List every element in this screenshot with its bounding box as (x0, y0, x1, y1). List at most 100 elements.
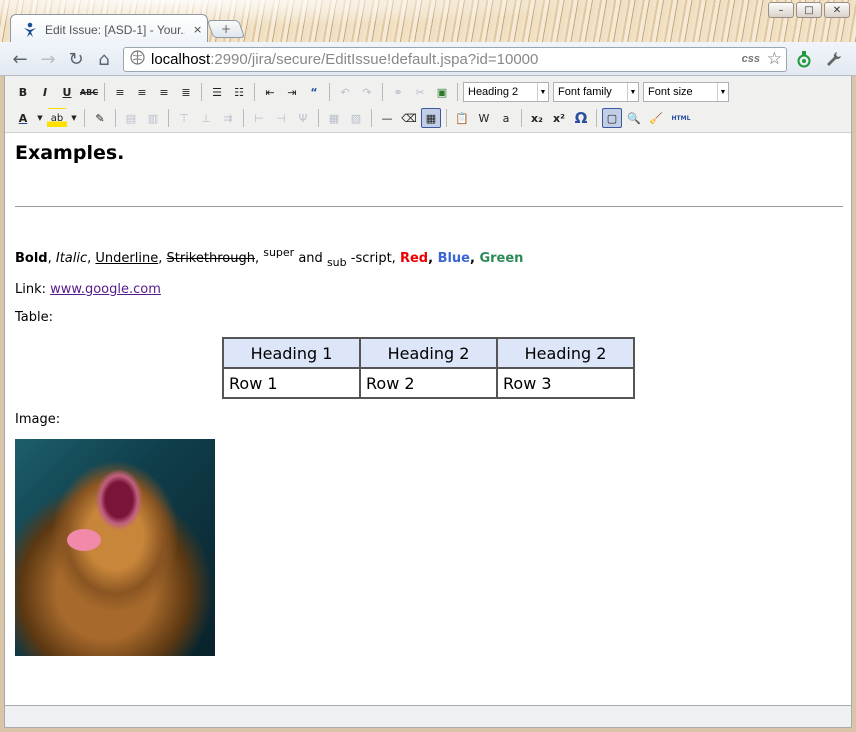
align-right-icon[interactable]: ≡ (154, 82, 174, 102)
delete-row-icon[interactable]: ⇉ (218, 108, 238, 128)
visual-aid-icon[interactable]: ▢ (602, 108, 622, 128)
toolbar-row-2: A ▼ ab ▼ ✎ ▤ ▥ ⊤ ⊥ ⇉ ⊢ ⊣ Ψ ▦ ▧ — ⌫ ▦ 📋 W… (13, 106, 694, 130)
green-text: Green (479, 251, 524, 266)
lion-tongue-shape (67, 529, 101, 551)
editor-toolbar: B I U ABC ≡ ≡ ≡ ≣ ☰ ☷ ⇤ ⇥ “ ↶ ↷ ⚭ ✂ ▣ He… (5, 76, 851, 133)
minimize-button[interactable]: – (768, 2, 794, 18)
heading-select[interactable]: Heading 2 ▼ (463, 82, 549, 102)
bullet-list-icon[interactable]: ☰ (207, 82, 227, 102)
toolbar-separator (371, 109, 372, 127)
font-family-select[interactable]: Font family ▼ (553, 82, 639, 102)
split-cells-icon[interactable]: ▦ (324, 108, 344, 128)
forward-button[interactable]: → (37, 48, 59, 70)
edit-icon[interactable]: ✎ (90, 108, 110, 128)
toolbar-separator (168, 109, 169, 127)
tab-title: Edit Issue: [ASD-1] - Your... (45, 22, 185, 37)
font-color-button[interactable]: A (13, 108, 33, 128)
reload-button[interactable]: ↻ (65, 48, 87, 70)
preview-icon[interactable]: 🔍 (624, 108, 644, 128)
toolbar-separator (84, 109, 85, 127)
table-cell[interactable]: Row 1 (222, 367, 361, 399)
link-icon[interactable]: ⚭ (388, 82, 408, 102)
italic-button[interactable]: I (35, 82, 55, 102)
insert-col-before-icon[interactable]: ⊢ (249, 108, 269, 128)
image-label: Image: (15, 412, 61, 427)
home-button[interactable]: ⌂ (93, 48, 115, 70)
bookmark-star-icon[interactable]: ☆ (767, 49, 782, 69)
highlight-color-button[interactable]: ab (47, 108, 67, 128)
merge-cells-icon[interactable]: ▧ (346, 108, 366, 128)
delete-col-icon[interactable]: Ψ (293, 108, 313, 128)
window-frame-right (852, 76, 856, 728)
blockquote-icon[interactable]: “ (304, 82, 324, 102)
extension-icon[interactable] (793, 48, 815, 70)
toolbar-row-1: B I U ABC ≡ ≡ ≡ ≣ ☰ ☷ ⇤ ⇥ “ ↶ ↷ ⚭ ✂ ▣ He… (13, 80, 729, 104)
insert-col-after-icon[interactable]: ⊣ (271, 108, 291, 128)
omega-icon[interactable]: Ω (571, 108, 591, 128)
horizontal-rule-icon[interactable]: — (377, 108, 397, 128)
redo-icon[interactable]: ↷ (357, 82, 377, 102)
superscript-button[interactable]: x² (549, 108, 569, 128)
align-center-icon[interactable]: ≡ (132, 82, 152, 102)
new-tab-button[interactable]: + (206, 20, 246, 38)
numbered-list-icon[interactable]: ☷ (229, 82, 249, 102)
unlink-icon[interactable]: ✂ (410, 82, 430, 102)
paste-word-icon[interactable]: W (474, 108, 494, 128)
navigation-bar: ← → ↻ ⌂ localhost:2990/jira/secure/EditI… (0, 42, 856, 76)
paste-text-icon[interactable]: a (496, 108, 516, 128)
address-bar[interactable]: localhost:2990/jira/secure/EditIssue!def… (123, 47, 787, 72)
page-content: B I U ABC ≡ ≡ ≡ ≣ ☰ ☷ ⇤ ⇥ “ ↶ ↷ ⚭ ✂ ▣ He… (4, 76, 852, 705)
insert-row-after-icon[interactable]: ⊥ (196, 108, 216, 128)
html-source-button[interactable]: HTML (668, 108, 694, 128)
font-size-select[interactable]: Font size ▼ (643, 82, 729, 102)
back-button[interactable]: ← (9, 48, 31, 70)
undo-icon[interactable]: ↶ (335, 82, 355, 102)
blue-text: Blue (437, 251, 470, 266)
browser-tab[interactable]: Edit Issue: [ASD-1] - Your... × (10, 14, 208, 44)
chevron-down-icon[interactable]: ▼ (69, 108, 79, 128)
google-link[interactable]: www.google.com (50, 282, 161, 297)
cleanup-icon[interactable]: 🧹 (646, 108, 666, 128)
table-cell[interactable]: Row 3 (496, 367, 635, 399)
align-justify-icon[interactable]: ≣ (176, 82, 196, 102)
css-extension-badge[interactable]: css (742, 53, 760, 65)
table-header-cell[interactable]: Heading 2 (496, 337, 635, 369)
example-table[interactable]: Heading 1 Heading 2 Heading 2 Row 1 Row … (222, 337, 635, 399)
table-header-cell[interactable]: Heading 1 (222, 337, 361, 369)
chevron-down-icon: ▼ (537, 83, 548, 101)
chevron-down-icon[interactable]: ▼ (35, 108, 45, 128)
eraser-icon[interactable]: ⌫ (399, 108, 419, 128)
table-header-cell[interactable]: Heading 2 (359, 337, 498, 369)
paste-icon[interactable]: 📋 (452, 108, 472, 128)
bold-button[interactable]: B (13, 82, 33, 102)
indent-icon[interactable]: ⇥ (282, 82, 302, 102)
align-left-icon[interactable]: ≡ (110, 82, 130, 102)
table-cell-props-icon[interactable]: ▥ (143, 108, 163, 128)
close-window-button[interactable]: ✕ (824, 2, 850, 18)
lion-image[interactable] (15, 439, 215, 656)
jira-favicon-icon (21, 21, 39, 39)
tab-close-icon[interactable]: × (193, 23, 202, 36)
wrench-icon[interactable] (823, 48, 845, 70)
table-cell[interactable]: Row 2 (359, 367, 498, 399)
table-header-row: Heading 1 Heading 2 Heading 2 (222, 337, 635, 369)
toolbar-separator (382, 83, 383, 101)
editor-body[interactable]: Examples. Bold, Italic, Underline, Strik… (5, 134, 851, 705)
chevron-down-icon: ▼ (627, 83, 638, 101)
table-row-props-icon[interactable]: ▤ (121, 108, 141, 128)
maximize-button[interactable]: □ (796, 2, 822, 18)
table-icon[interactable]: ▦ (421, 108, 441, 128)
toolbar-separator (243, 109, 244, 127)
outdent-icon[interactable]: ⇤ (260, 82, 280, 102)
underline-button[interactable]: U (57, 82, 77, 102)
toolbar-separator (115, 109, 116, 127)
insert-image-icon[interactable]: ▣ (432, 82, 452, 102)
superscript-text: super (263, 246, 295, 259)
link-line: Link: www.google.com (15, 282, 161, 297)
strikethrough-button[interactable]: ABC (79, 82, 99, 102)
insert-row-before-icon[interactable]: ⊤ (174, 108, 194, 128)
subscript-button[interactable]: x₂ (527, 108, 547, 128)
underline-text: Underline (95, 251, 159, 266)
toolbar-separator (254, 83, 255, 101)
window-controls: – □ ✕ (768, 2, 850, 18)
